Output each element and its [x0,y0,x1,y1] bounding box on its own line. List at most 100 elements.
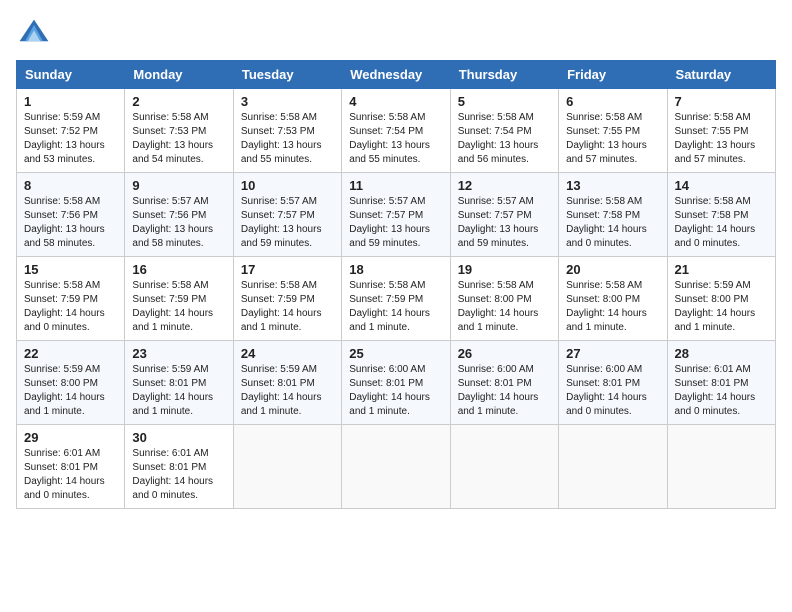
day-number: 2 [132,94,225,109]
day-number: 6 [566,94,659,109]
calendar-cell: 11Sunrise: 5:57 AM Sunset: 7:57 PM Dayli… [342,173,450,257]
weekday-header: Monday [125,61,233,89]
day-info: Sunrise: 5:58 AM Sunset: 7:53 PM Dayligh… [132,111,225,167]
calendar-cell [450,425,558,509]
calendar-cell: 27 Sunrise: 6:00 AM Sunset: 8:01 PM Dayli… [559,341,667,425]
day-info: Sunrise: 5:59 AM Sunset: 8:01 PM Dayligh… [132,363,225,419]
calendar-cell: 14 Sunrise: 5:58 AM Sunset: 7:58 PM Dayli… [667,173,775,257]
calendar-cell: 13 Sunrise: 5:58 AM Sunset: 7:58 PM Dayli… [559,173,667,257]
calendar-cell: 4Sunrise: 5:58 AM Sunset: 7:54 PM Daylig… [342,89,450,173]
calendar-week-row: 1 Sunrise: 5:59 AM Sunset: 7:52 PM Daylig… [17,89,776,173]
day-info: Sunrise: 5:59 AM Sunset: 8:01 PM Dayligh… [241,363,334,419]
calendar-cell: 21Sunrise: 5:59 AM Sunset: 8:00 PM Dayli… [667,257,775,341]
weekday-header: Thursday [450,61,558,89]
calendar-cell: 10 Sunrise: 5:57 AM Sunset: 7:57 PM Dayli… [233,173,341,257]
calendar-cell: 5 Sunrise: 5:58 AM Sunset: 7:54 PM Daylig… [450,89,558,173]
day-number: 14 [675,178,768,193]
day-info: Sunrise: 5:59 AM Sunset: 8:00 PM Dayligh… [675,279,768,335]
calendar-cell: 17Sunrise: 5:58 AM Sunset: 7:59 PM Dayli… [233,257,341,341]
calendar-cell [559,425,667,509]
day-info: Sunrise: 6:01 AM Sunset: 8:01 PM Dayligh… [675,363,768,419]
day-number: 12 [458,178,551,193]
calendar-week-row: 15 Sunrise: 5:58 AM Sunset: 7:59 PM Dayli… [17,257,776,341]
day-number: 16 [132,262,225,277]
day-number: 17 [241,262,334,277]
calendar-cell: 22 Sunrise: 5:59 AM Sunset: 8:00 PM Dayli… [17,341,125,425]
calendar-cell: 2 Sunrise: 5:58 AM Sunset: 7:53 PM Daylig… [125,89,233,173]
day-info: Sunrise: 5:58 AM Sunset: 7:54 PM Dayligh… [458,111,551,167]
day-number: 25 [349,346,442,361]
calendar-week-row: 22 Sunrise: 5:59 AM Sunset: 8:00 PM Dayli… [17,341,776,425]
calendar-cell: 18 Sunrise: 5:58 AM Sunset: 7:59 PM Dayli… [342,257,450,341]
day-info: Sunrise: 6:00 AM Sunset: 8:01 PM Dayligh… [566,363,659,419]
weekday-header: Sunday [17,61,125,89]
logo-icon [16,16,52,52]
weekday-header: Saturday [667,61,775,89]
day-info: Sunrise: 5:59 AM Sunset: 8:00 PM Dayligh… [24,363,117,419]
calendar-cell: 16 Sunrise: 5:58 AM Sunset: 7:59 PM Dayli… [125,257,233,341]
day-number: 29 [24,430,117,445]
calendar-cell: 26 Sunrise: 6:00 AM Sunset: 8:01 PM Dayli… [450,341,558,425]
day-number: 30 [132,430,225,445]
day-info: Sunrise: 6:01 AM Sunset: 8:01 PM Dayligh… [24,447,117,503]
day-info: Sunrise: 5:58 AM Sunset: 7:58 PM Dayligh… [566,195,659,251]
day-number: 22 [24,346,117,361]
day-number: 20 [566,262,659,277]
calendar-cell: 9 Sunrise: 5:57 AM Sunset: 7:56 PM Daylig… [125,173,233,257]
day-number: 23 [132,346,225,361]
day-info: Sunrise: 6:01 AM Sunset: 8:01 PM Dayligh… [132,447,225,503]
day-info: Sunrise: 6:00 AM Sunset: 8:01 PM Dayligh… [349,363,442,419]
calendar-cell: 6 Sunrise: 5:58 AM Sunset: 7:55 PM Daylig… [559,89,667,173]
day-number: 3 [241,94,334,109]
weekday-header: Friday [559,61,667,89]
day-number: 8 [24,178,117,193]
calendar-cell: 24 Sunrise: 5:59 AM Sunset: 8:01 PM Dayli… [233,341,341,425]
day-number: 1 [24,94,117,109]
day-number: 18 [349,262,442,277]
logo [16,16,56,52]
day-info: Sunrise: 5:58 AM Sunset: 7:59 PM Dayligh… [132,279,225,335]
day-number: 26 [458,346,551,361]
day-info: Sunrise: 5:57 AM Sunset: 7:57 PM Dayligh… [241,195,334,251]
day-info: Sunrise: 5:58 AM Sunset: 7:55 PM Dayligh… [566,111,659,167]
day-info: Sunrise: 5:58 AM Sunset: 7:58 PM Dayligh… [675,195,768,251]
calendar-cell [667,425,775,509]
day-info: Sunrise: 6:00 AM Sunset: 8:01 PM Dayligh… [458,363,551,419]
day-info: Sunrise: 5:58 AM Sunset: 7:59 PM Dayligh… [349,279,442,335]
day-info: Sunrise: 5:57 AM Sunset: 7:57 PM Dayligh… [458,195,551,251]
calendar-cell: 15 Sunrise: 5:58 AM Sunset: 7:59 PM Dayli… [17,257,125,341]
day-number: 19 [458,262,551,277]
calendar-cell: 19 Sunrise: 5:58 AM Sunset: 8:00 PM Dayli… [450,257,558,341]
calendar-week-row: 8 Sunrise: 5:58 AM Sunset: 7:56 PM Daylig… [17,173,776,257]
day-number: 15 [24,262,117,277]
day-info: Sunrise: 5:59 AM Sunset: 7:52 PM Dayligh… [24,111,117,167]
weekday-header: Wednesday [342,61,450,89]
calendar-header-row: SundayMondayTuesdayWednesdayThursdayFrid… [17,61,776,89]
day-number: 9 [132,178,225,193]
calendar-cell: 7Sunrise: 5:58 AM Sunset: 7:55 PM Daylig… [667,89,775,173]
calendar-cell: 28Sunrise: 6:01 AM Sunset: 8:01 PM Dayli… [667,341,775,425]
day-info: Sunrise: 5:58 AM Sunset: 8:00 PM Dayligh… [458,279,551,335]
calendar-cell: 20Sunrise: 5:58 AM Sunset: 8:00 PM Dayli… [559,257,667,341]
day-number: 27 [566,346,659,361]
weekday-header: Tuesday [233,61,341,89]
calendar-cell: 23 Sunrise: 5:59 AM Sunset: 8:01 PM Dayli… [125,341,233,425]
calendar-cell: 1 Sunrise: 5:59 AM Sunset: 7:52 PM Daylig… [17,89,125,173]
calendar-cell: 25 Sunrise: 6:00 AM Sunset: 8:01 PM Dayli… [342,341,450,425]
day-number: 10 [241,178,334,193]
day-info: Sunrise: 5:58 AM Sunset: 7:56 PM Dayligh… [24,195,117,251]
day-number: 4 [349,94,442,109]
calendar-cell [233,425,341,509]
day-info: Sunrise: 5:57 AM Sunset: 7:57 PM Dayligh… [349,195,442,251]
day-info: Sunrise: 5:58 AM Sunset: 7:53 PM Dayligh… [241,111,334,167]
calendar-week-row: 29 Sunrise: 6:01 AM Sunset: 8:01 PM Dayli… [17,425,776,509]
day-info: Sunrise: 5:58 AM Sunset: 7:59 PM Dayligh… [24,279,117,335]
day-number: 7 [675,94,768,109]
calendar-cell: 3 Sunrise: 5:58 AM Sunset: 7:53 PM Daylig… [233,89,341,173]
calendar-cell: 29 Sunrise: 6:01 AM Sunset: 8:01 PM Dayli… [17,425,125,509]
header [16,16,776,52]
day-number: 13 [566,178,659,193]
day-info: Sunrise: 5:57 AM Sunset: 7:56 PM Dayligh… [132,195,225,251]
day-number: 5 [458,94,551,109]
day-number: 24 [241,346,334,361]
